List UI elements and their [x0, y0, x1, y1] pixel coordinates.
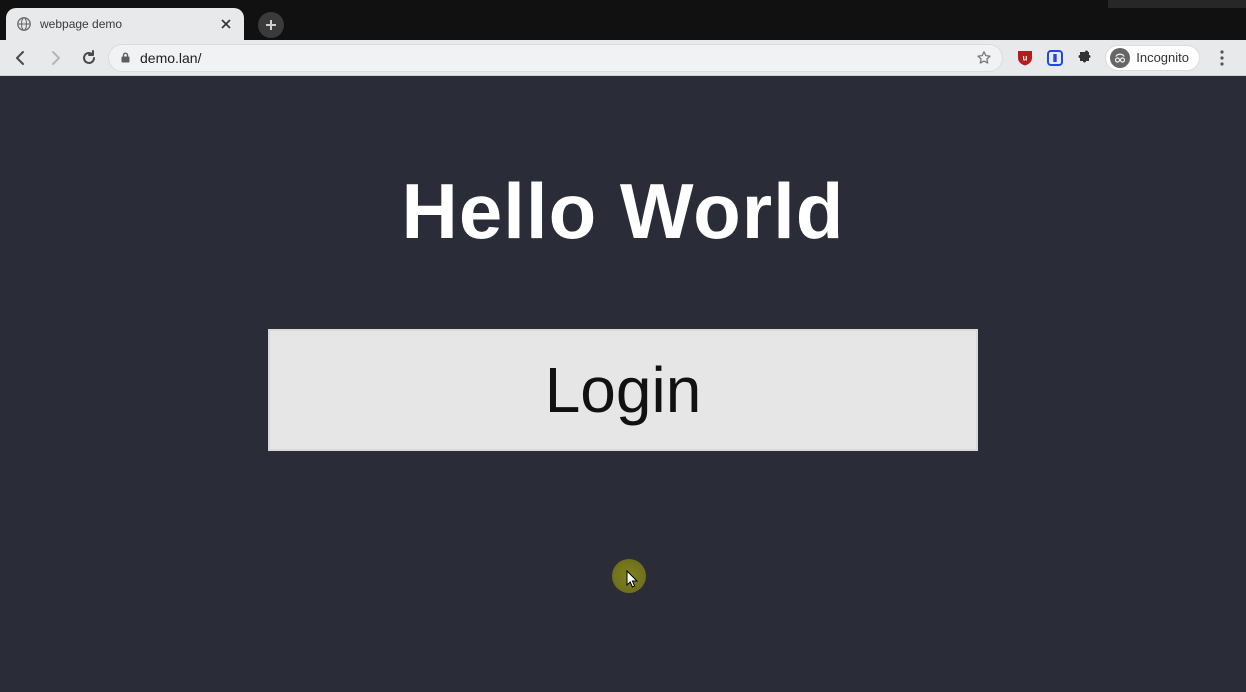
incognito-label: Incognito: [1136, 50, 1189, 65]
ublock-extension-icon[interactable]: u: [1015, 48, 1035, 68]
browser-tab[interactable]: webpage demo: [6, 8, 244, 40]
address-bar[interactable]: demo.lan/: [108, 44, 1003, 72]
globe-icon: [16, 16, 32, 32]
svg-text:u: u: [1023, 53, 1028, 62]
reload-button[interactable]: [74, 43, 104, 73]
cursor-arrow-icon: [626, 570, 640, 591]
browser-toolbar: demo.lan/ u Incognito: [0, 40, 1246, 76]
tab-close-button[interactable]: [218, 16, 234, 32]
bookmark-star-icon[interactable]: [976, 50, 992, 66]
page-viewport: Hello World Login: [0, 76, 1246, 692]
toolbar-right-icons: u Incognito: [1007, 45, 1240, 71]
incognito-chip[interactable]: Incognito: [1105, 45, 1200, 71]
page-heading: Hello World: [0, 76, 1246, 257]
window-titlebar: [0, 0, 1246, 8]
extension-icon[interactable]: [1045, 48, 1065, 68]
tab-title: webpage demo: [40, 17, 210, 31]
incognito-icon: [1110, 48, 1130, 68]
login-button[interactable]: Login: [268, 329, 978, 451]
tab-strip: webpage demo: [0, 8, 1246, 40]
url-text: demo.lan/: [140, 50, 968, 66]
lock-icon: [119, 51, 132, 64]
forward-button[interactable]: [40, 43, 70, 73]
extensions-puzzle-icon[interactable]: [1075, 48, 1095, 68]
browser-menu-button[interactable]: [1210, 50, 1234, 66]
new-tab-button[interactable]: [258, 12, 284, 38]
back-button[interactable]: [6, 43, 36, 73]
